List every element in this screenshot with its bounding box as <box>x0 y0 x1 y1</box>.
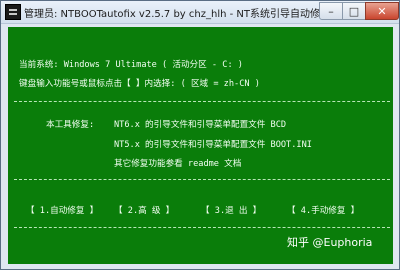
app-window: 管理员: NTBOOTautofix v2.5.7 by chz_hlh - N… <box>0 0 400 270</box>
current-system-line: 当前系统: Windows 7 Ultimate ( 活动分区 - C: ) <box>19 60 243 70</box>
advanced-option[interactable]: 【 2.高 级 】 <box>114 204 174 216</box>
maximize-button[interactable]: □ <box>342 2 366 20</box>
console-icon <box>5 4 21 20</box>
watermark-text: 知乎 @Euphoria <box>287 236 373 249</box>
title-bar[interactable]: 管理员: NTBOOTautofix v2.5.7 by chz_hlh - N… <box>1 1 399 24</box>
feature-nt6: NT6.x 的引导文件和引导菜单配置文件 BCD <box>114 120 287 130</box>
console-area: 当前系统: Windows 7 Ultimate ( 活动分区 - C: ) 键… <box>8 27 393 264</box>
separator-bottom <box>14 227 390 228</box>
exit-option[interactable]: 【 3.退 出 】 <box>201 204 261 216</box>
feature-nt5: NT5.x 的引导文件和引导菜单配置文件 BOOT.INI <box>114 140 312 150</box>
separator-middle <box>14 179 390 180</box>
close-button[interactable]: ✕ <box>365 2 399 20</box>
features-label: 本工具修复: <box>46 120 95 130</box>
auto-repair-option[interactable]: 【 1.自动修复 】 <box>26 204 98 216</box>
feature-readme: 其它修复功能参看 readme 文档 <box>114 159 242 169</box>
selection-prompt: 键盘输入功能号或鼠标点击【 】内选择: ( 区域 = zh-CN ) <box>19 79 260 89</box>
separator-top <box>14 101 390 102</box>
window-title: 管理员: NTBOOTautofix v2.5.7 by chz_hlh - N… <box>24 9 350 20</box>
minimize-button[interactable]: – <box>319 2 343 20</box>
manual-repair-option[interactable]: 【 4.手动修复 】 <box>287 204 359 216</box>
